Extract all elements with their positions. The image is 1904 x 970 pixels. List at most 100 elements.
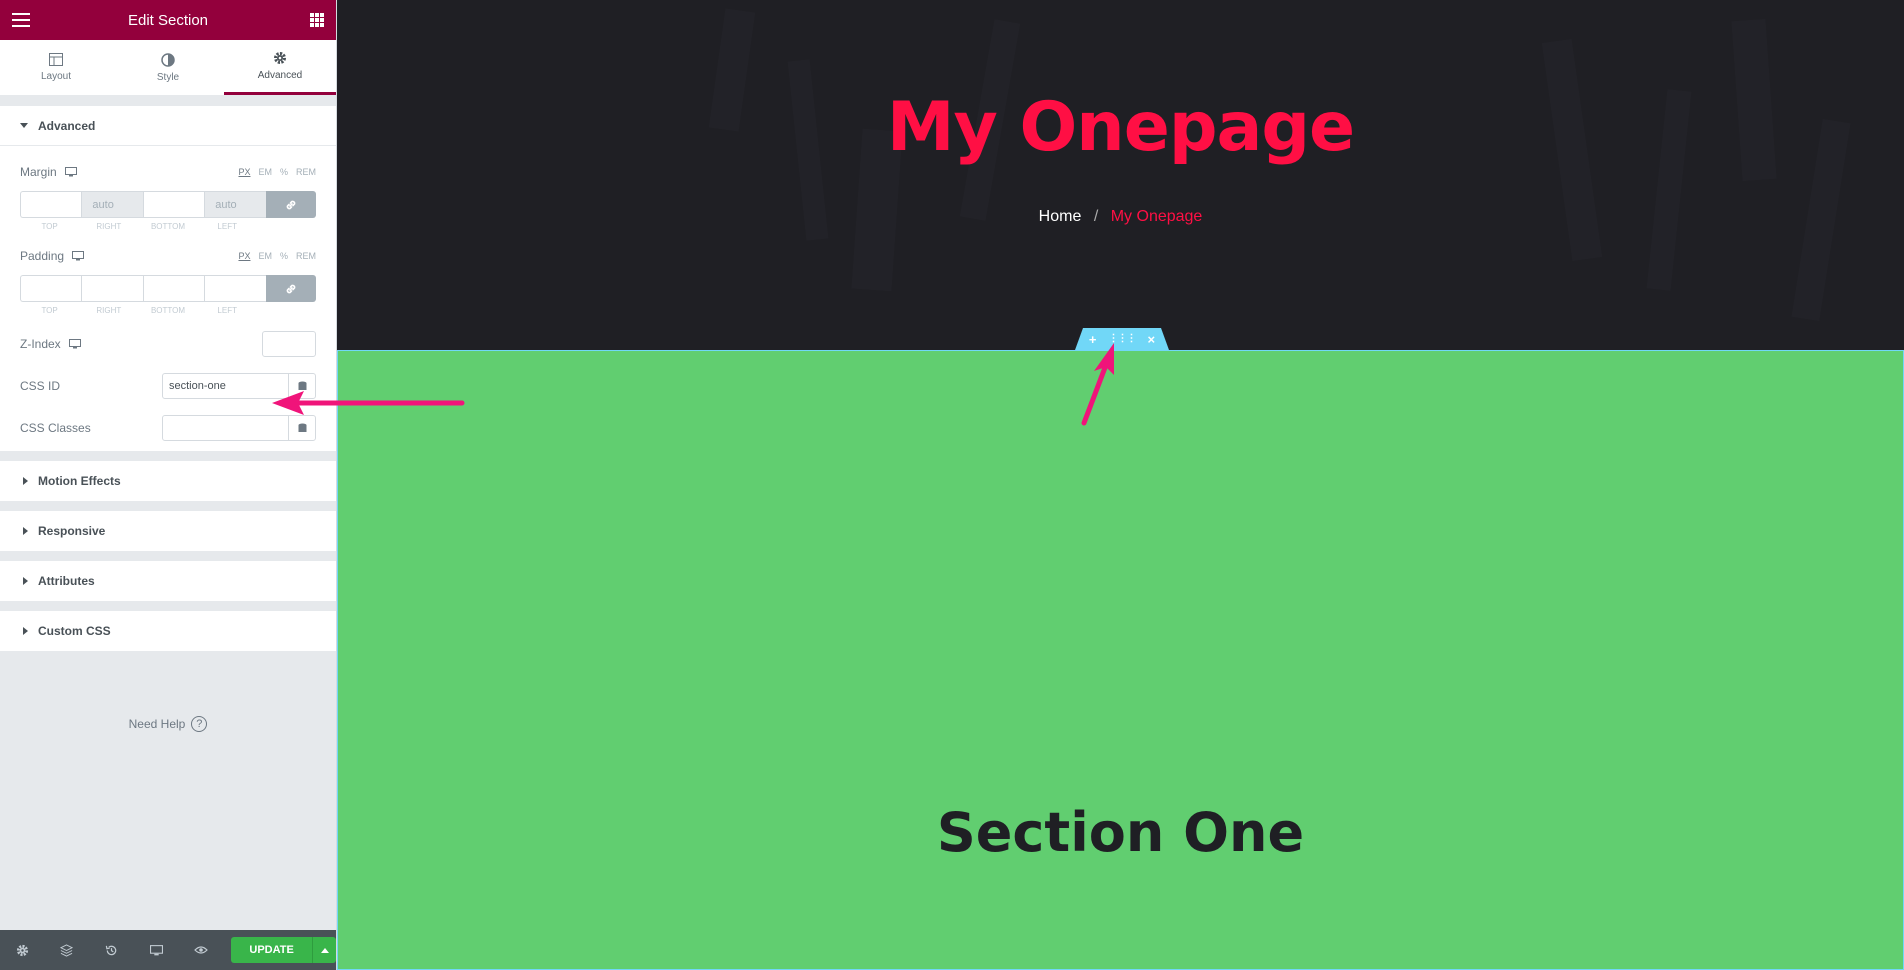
motion-effects-title: Motion Effects xyxy=(38,474,121,488)
attributes-toggle[interactable]: Attributes xyxy=(0,561,336,601)
margin-units: PX EM % REM xyxy=(238,167,316,177)
margin-control: Margin PX EM % REM auto auto TOP RIGHT B… xyxy=(0,165,336,231)
side-label-right: RIGHT xyxy=(96,306,122,315)
padding-bottom-input[interactable] xyxy=(142,275,205,302)
attributes-section: Attributes xyxy=(0,561,336,601)
unit-em[interactable]: EM xyxy=(258,251,272,261)
panel-header: Edit Section xyxy=(0,0,336,40)
hamburger-menu-icon[interactable] xyxy=(12,13,30,27)
advanced-section-toggle[interactable]: Advanced xyxy=(0,106,336,146)
side-label-left: LEFT xyxy=(217,306,237,315)
caret-up-icon xyxy=(320,947,329,953)
padding-units: PX EM % REM xyxy=(238,251,316,261)
side-label-bottom: BOTTOM xyxy=(150,306,186,315)
side-label-top: TOP xyxy=(41,306,58,315)
layers-icon xyxy=(60,943,74,957)
save-options-button[interactable] xyxy=(312,937,337,963)
margin-right-input[interactable]: auto xyxy=(81,191,143,218)
widgets-grid-icon[interactable] xyxy=(310,13,324,27)
tab-style-label: Style xyxy=(156,71,180,83)
side-label-top: TOP xyxy=(41,222,58,231)
history-button[interactable] xyxy=(89,930,134,970)
caret-right-icon xyxy=(23,477,28,485)
annotation-arrow-css-id xyxy=(272,391,465,415)
preview-button[interactable] xyxy=(178,930,223,970)
need-help-label: Need Help xyxy=(128,717,186,731)
desktop-icon[interactable] xyxy=(72,251,85,261)
margin-left-input[interactable]: auto xyxy=(204,191,266,218)
unit-px[interactable]: PX xyxy=(238,167,250,177)
tab-advanced-label: Advanced xyxy=(257,70,303,81)
padding-top-input[interactable] xyxy=(20,275,82,302)
motion-effects-section: Motion Effects xyxy=(0,461,336,501)
padding-left-input[interactable] xyxy=(204,275,266,302)
zindex-label-row: Z-Index xyxy=(20,337,81,351)
margin-bottom-input[interactable] xyxy=(142,191,205,218)
desktop-icon[interactable] xyxy=(68,339,81,349)
annotation-arrow-handle xyxy=(1081,343,1114,426)
gear-icon xyxy=(16,944,28,956)
hero-background-pattern xyxy=(708,8,1851,321)
link-icon xyxy=(286,200,296,209)
caret-right-icon xyxy=(23,577,28,585)
unit-percent[interactable]: % xyxy=(280,167,288,177)
zindex-input[interactable] xyxy=(262,331,316,357)
margin-link-button[interactable] xyxy=(265,191,317,218)
desktop-icon[interactable] xyxy=(64,167,77,177)
responsive-toggle[interactable]: Responsive xyxy=(0,511,336,551)
tab-style[interactable]: Style xyxy=(112,40,224,95)
padding-right-input[interactable] xyxy=(81,275,143,302)
tab-advanced[interactable]: Advanced xyxy=(224,40,336,95)
margin-side-labels: TOP RIGHT BOTTOM LEFT xyxy=(20,222,316,231)
unit-rem[interactable]: REM xyxy=(296,251,316,261)
css-classes-control: CSS Classes xyxy=(0,415,336,441)
unit-em[interactable]: EM xyxy=(258,167,272,177)
margin-top-input[interactable] xyxy=(20,191,82,218)
margin-inputs: auto auto xyxy=(20,191,317,218)
settings-button[interactable] xyxy=(0,930,45,970)
tab-layout[interactable]: Layout xyxy=(0,40,112,95)
layout-icon xyxy=(49,53,63,66)
caret-right-icon xyxy=(23,627,28,635)
breadcrumb-home[interactable]: Home xyxy=(1039,208,1082,225)
navigator-button[interactable] xyxy=(45,930,90,970)
delete-section-icon[interactable]: × xyxy=(1148,333,1156,346)
panel-footer: UPDATE xyxy=(0,930,337,970)
responsive-section: Responsive xyxy=(0,511,336,551)
unit-rem[interactable]: REM xyxy=(296,167,316,177)
css-classes-field xyxy=(162,415,316,441)
zindex-label: Z-Index xyxy=(20,337,61,351)
database-icon xyxy=(298,423,306,432)
editor-panel: Edit Section Layout Style Advanced Advan… xyxy=(0,0,337,970)
caret-down-icon xyxy=(20,123,28,128)
breadcrumb: Home / My Onepage xyxy=(337,208,1904,226)
responsive-title: Responsive xyxy=(38,524,106,538)
dynamic-tags-button[interactable] xyxy=(288,416,315,440)
section-one-heading[interactable]: Section One xyxy=(338,801,1903,864)
history-icon xyxy=(105,945,117,955)
responsive-mode-button[interactable] xyxy=(134,930,179,970)
link-icon xyxy=(286,284,296,293)
question-icon: ? xyxy=(191,716,208,732)
custom-css-title: Custom CSS xyxy=(38,624,111,638)
hero-section[interactable]: My Onepage Home / My Onepage xyxy=(337,0,1904,350)
unit-percent[interactable]: % xyxy=(280,251,288,261)
need-help-link[interactable]: Need Help ? xyxy=(0,716,336,732)
padding-link-button[interactable] xyxy=(265,275,317,302)
padding-control: Padding PX EM % REM TOP RIGHT BOTTOM LEF… xyxy=(0,249,336,315)
advanced-section-title: Advanced xyxy=(38,118,96,133)
side-label-left: LEFT xyxy=(217,222,237,231)
css-id-label: CSS ID xyxy=(20,379,61,393)
custom-css-section: Custom CSS xyxy=(0,611,336,651)
hero-title: My Onepage xyxy=(886,88,1355,167)
section-one[interactable]: Section One xyxy=(337,350,1904,970)
custom-css-toggle[interactable]: Custom CSS xyxy=(0,611,336,651)
zindex-control: Z-Index xyxy=(0,331,336,357)
motion-effects-toggle[interactable]: Motion Effects xyxy=(0,461,336,501)
panel-title: Edit Section xyxy=(127,11,209,29)
breadcrumb-separator: / xyxy=(1093,208,1099,225)
unit-px[interactable]: PX xyxy=(238,251,250,261)
update-button[interactable]: UPDATE xyxy=(230,937,313,963)
padding-inputs xyxy=(20,275,317,302)
side-label-right: RIGHT xyxy=(96,222,122,231)
